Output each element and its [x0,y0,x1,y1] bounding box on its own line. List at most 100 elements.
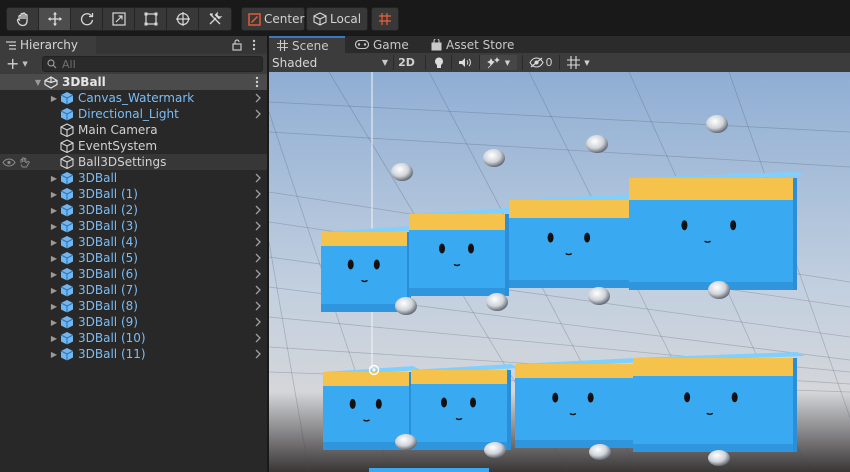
effects-dropdown[interactable]: ▼ [479,55,517,70]
grid-snap-button[interactable] [371,7,399,31]
open-prefab-chevron-icon[interactable] [253,188,263,200]
visibility-eye-icon[interactable] [2,157,16,167]
toggle-2d-button[interactable]: 2D [393,55,419,70]
expand-arrow-icon[interactable]: ▶ [48,346,60,362]
hierarchy-item-label: 3DBall [78,171,118,185]
scale-tool-button[interactable] [103,8,135,30]
plus-icon: + [6,54,20,73]
scene-viewport[interactable] [269,72,850,472]
open-prefab-chevron-icon[interactable] [253,332,263,344]
grid-icon [277,40,288,51]
tab-game[interactable]: Game [347,36,417,53]
agent-platform [409,208,517,296]
open-prefab-chevron-icon[interactable] [253,348,263,360]
open-prefab-chevron-icon[interactable] [253,316,263,328]
open-prefab-chevron-icon[interactable] [253,92,263,104]
expand-arrow-icon[interactable]: ▶ [48,282,60,298]
pivot-mode-button[interactable]: Center [241,7,305,31]
open-prefab-chevron-icon[interactable] [253,220,263,232]
move-tool-button[interactable] [39,8,71,30]
hierarchy-item[interactable]: ▶ 3DBall (1) [0,186,267,202]
hidden-objects-toggle[interactable]: 0 [522,55,558,70]
rect-tool-button[interactable] [135,8,167,30]
hidden-count: 0 [545,56,553,69]
create-button[interactable]: + ▼ [6,54,28,73]
list-icon [6,40,16,50]
tab-hierarchy-label: Hierarchy [20,38,79,52]
scene-toolbar: Shaded ▼ 2D ▼ 0 ▼ [269,53,850,73]
pivot-rotation-label: Local [330,12,362,26]
prefab-cube-icon [60,236,74,249]
toggle-2d-label: 2D [398,56,415,69]
expand-arrow-icon[interactable]: ▶ [48,90,60,106]
pivot-rotation-button[interactable]: Local [306,7,368,31]
hierarchy-search-input[interactable]: All [42,56,263,72]
expand-arrow-icon[interactable]: ▶ [48,330,60,346]
hierarchy-item[interactable]: Directional_Light [0,106,267,122]
tab-scene[interactable]: Scene [269,36,345,53]
expand-arrow-icon[interactable]: ▶ [48,202,60,218]
hierarchy-item[interactable]: ▶ 3DBall (11) [0,346,267,362]
custom-tool-button[interactable] [199,8,231,30]
open-prefab-chevron-icon[interactable] [253,252,263,264]
transform-tools-group [6,7,232,31]
hand-tool-button[interactable] [7,8,39,30]
expand-arrow-icon[interactable]: ▶ [48,266,60,282]
audio-toggle-button[interactable] [451,55,477,70]
tab-asset-store[interactable]: Asset Store [423,36,523,53]
hierarchy-item[interactable]: ▶ 3DBall (2) [0,202,267,218]
scene-root-row[interactable]: ▼ 3DBall [0,74,267,90]
kebab-menu-icon[interactable] [252,39,256,51]
hierarchy-item[interactable]: ▶ 3DBall (3) [0,218,267,234]
expand-arrow-icon[interactable]: ▼ [32,74,44,90]
expand-arrow-icon[interactable]: ▶ [48,234,60,250]
draw-mode-dropdown[interactable]: Shaded ▼ [272,55,388,70]
open-prefab-chevron-icon[interactable] [253,236,263,248]
expand-arrow-icon[interactable]: ▶ [48,314,60,330]
row-spacer [48,154,60,170]
expand-arrow-icon[interactable]: ▶ [48,170,60,186]
hierarchy-item[interactable]: ▶ 3DBall (4) [0,234,267,250]
lock-icon[interactable] [232,39,242,51]
hierarchy-item[interactable]: ▶ 3DBall (7) [0,282,267,298]
chevron-down-icon: ▼ [584,58,590,67]
ball-object [395,297,417,315]
agent-platform [411,364,519,450]
hierarchy-item[interactable]: ▶ Canvas_Watermark [0,90,267,106]
hierarchy-item-label: Ball3DSettings [78,155,167,169]
transform-tool-button[interactable] [167,8,199,30]
pickable-hand-icon[interactable] [19,156,31,168]
rotate-tool-button[interactable] [71,8,103,30]
open-prefab-chevron-icon[interactable] [253,204,263,216]
main-toolbar: Center Local [0,0,850,36]
open-prefab-chevron-icon[interactable] [253,268,263,280]
hierarchy-item[interactable]: ▶ 3DBall (10) [0,330,267,346]
rotate-tool-icon [80,13,93,26]
hierarchy-item[interactable]: Main Camera [0,122,267,138]
rect-tool-icon [144,12,157,26]
expand-arrow-icon[interactable]: ▶ [48,186,60,202]
expand-arrow-icon[interactable]: ▶ [48,250,60,266]
hierarchy-item-label: 3DBall (5) [78,251,138,265]
hierarchy-item[interactable]: ▶ 3DBall (9) [0,314,267,330]
hierarchy-item-label: Main Camera [78,123,158,137]
tab-hierarchy[interactable]: Hierarchy [0,36,96,54]
hierarchy-item[interactable]: EventSystem [0,138,267,154]
open-prefab-chevron-icon[interactable] [253,284,263,296]
hierarchy-item[interactable]: ▶ 3DBall (6) [0,266,267,282]
hierarchy-item[interactable]: ▶ 3DBall (5) [0,250,267,266]
expand-arrow-icon[interactable]: ▶ [48,298,60,314]
scene-menu-icon[interactable] [255,76,259,88]
gizmos-dropdown[interactable]: ▼ [559,55,597,70]
expand-arrow-icon[interactable]: ▶ [48,218,60,234]
open-prefab-chevron-icon[interactable] [253,300,263,312]
hierarchy-item[interactable]: ▶ 3DBall (8) [0,298,267,314]
hierarchy-item[interactable]: Ball3DSettings [0,154,267,170]
open-prefab-chevron-icon[interactable] [253,108,263,120]
speaker-icon [458,58,471,67]
lighting-toggle-button[interactable] [425,55,451,70]
hierarchy-item[interactable]: ▶ 3DBall [0,170,267,186]
scene-visibility-controls[interactable] [0,156,48,168]
prefab-cube-icon [60,188,74,201]
open-prefab-chevron-icon[interactable] [253,172,263,184]
